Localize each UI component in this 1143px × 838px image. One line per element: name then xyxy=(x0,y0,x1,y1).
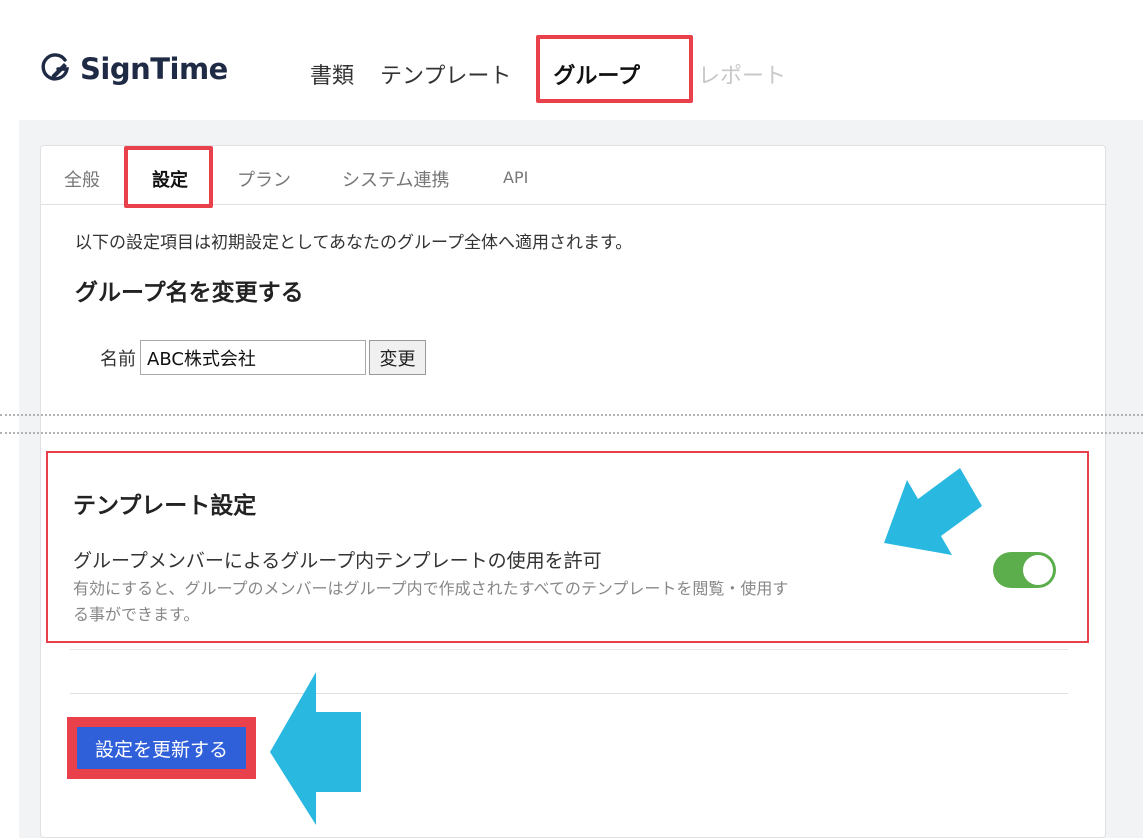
callout-arrow-to-update-icon xyxy=(270,672,361,825)
tab-plan[interactable]: プラン xyxy=(237,166,291,192)
nav-templates[interactable]: テンプレート xyxy=(380,58,511,90)
allow-template-use-toggle[interactable] xyxy=(993,552,1056,588)
settings-intro-text: 以下の設定項目は初期設定としてあなたのグループ全体へ適用されます。 xyxy=(75,233,633,253)
tab-integration[interactable]: システム連携 xyxy=(342,166,449,192)
callout-arrow-to-toggle-icon xyxy=(884,468,982,555)
nav-reports[interactable]: レポート xyxy=(698,58,786,90)
update-settings-button[interactable]: 設定を更新する xyxy=(77,727,246,769)
group-name-input[interactable] xyxy=(140,340,366,375)
name-label: 名前 xyxy=(100,349,136,370)
update-button-highlight: 設定を更新する xyxy=(67,717,256,779)
toggle-knob xyxy=(1023,555,1053,585)
tab-api[interactable]: API xyxy=(503,168,528,187)
allow-template-use-label: グループメンバーによるグループ内テンプレートの使用を許可 xyxy=(73,550,602,572)
brand-name: SignTime xyxy=(80,52,228,86)
omission-divider-bottom xyxy=(0,432,1143,434)
nav-documents[interactable]: 書類 xyxy=(310,58,354,90)
divider xyxy=(70,649,1068,650)
allow-template-use-description: 有効にすると、グループのメンバーはグループ内で作成されたすべてのテンプレートを閲… xyxy=(73,579,789,624)
change-name-button[interactable]: 変更 xyxy=(369,340,426,375)
omission-divider-top xyxy=(0,414,1143,416)
tab-general[interactable]: 全般 xyxy=(64,166,100,192)
signtime-logo[interactable]: SignTime xyxy=(38,52,228,86)
rename-group-heading: グループ名を変更する xyxy=(75,280,304,306)
divider xyxy=(70,693,1068,694)
group-nav-highlight xyxy=(536,35,693,103)
signature-pen-icon xyxy=(41,53,70,81)
settings-tab-highlight xyxy=(124,146,213,208)
template-settings-heading: テンプレート設定 xyxy=(73,493,257,519)
